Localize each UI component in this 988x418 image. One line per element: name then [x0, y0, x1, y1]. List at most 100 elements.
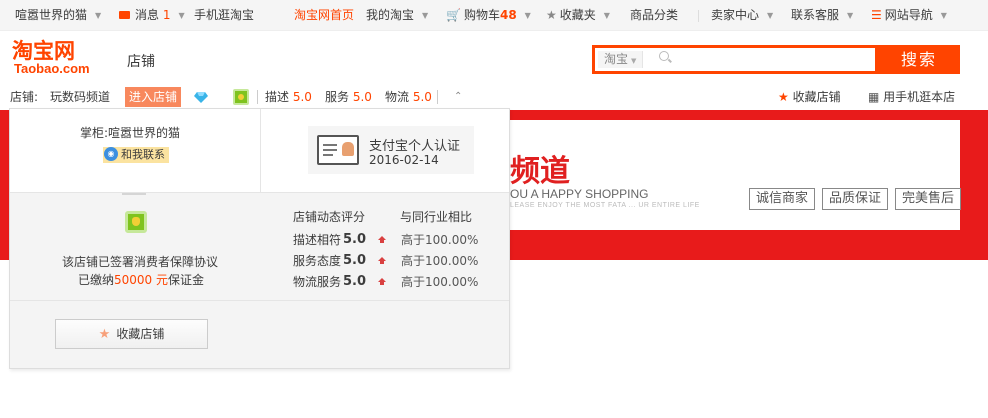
topbar-service-label: 联系客服: [791, 8, 840, 22]
rating-compare: 高于100.00%: [401, 233, 479, 247]
dropdown-top-section: 掌柜:喧嚣世界的猫 ◉ 和我联系 支付宝个人认证 2016-02-14: [10, 109, 509, 193]
dropdown-divider: [10, 300, 509, 301]
topbar-customer-service[interactable]: 联系客服 ▼: [791, 0, 853, 31]
topbar-categories-label: 商品分类: [630, 8, 679, 22]
topbar-mobile-label: 手机逛淘宝: [194, 8, 255, 22]
rating-score: 5.0: [343, 274, 367, 289]
star-icon: ★: [546, 8, 557, 22]
rating-score: 5.0: [343, 253, 367, 268]
collect-shop-label: 收藏店铺: [792, 90, 841, 104]
score-divider: [437, 90, 438, 104]
search-input[interactable]: [677, 50, 867, 70]
rating-label: 服务态度: [293, 254, 342, 268]
score-service-value: 5.0: [352, 90, 372, 104]
topbar-home-link[interactable]: 淘宝网首页: [294, 0, 354, 31]
topbar-cart-label: 购物车: [463, 8, 500, 22]
score-desc-label: 描述: [265, 90, 290, 104]
topbar-site-nav-label: 网站导航: [884, 8, 933, 22]
star-icon: ★: [778, 90, 789, 104]
rating-score: 5.0: [343, 232, 367, 247]
score-service-label: 服务: [325, 90, 350, 104]
topbar-cart[interactable]: 🛒 购物车48 ▼: [446, 0, 531, 31]
chevron-down-icon: ▼: [847, 11, 854, 20]
taobao-logo-en: Taobao.com: [14, 61, 90, 76]
mobile-shop-link[interactable]: ▦ 用手机逛本店: [868, 86, 955, 108]
contact-label: 和我联系: [121, 148, 165, 161]
cart-count: 48: [499, 8, 517, 22]
topbar-messages[interactable]: 消息 1 ▼: [119, 0, 185, 31]
score-logistics: 物流 5.0: [385, 86, 432, 108]
chevron-up-icon[interactable]: ⌃: [454, 86, 462, 108]
arrow-up-icon: [378, 257, 386, 264]
topbar-my-taobao[interactable]: 我的淘宝 ▼: [366, 0, 428, 31]
menu-icon: ☰: [871, 8, 882, 22]
score-desc: 描述 5.0: [265, 86, 312, 108]
shop-info-dropdown: 掌柜:喧嚣世界的猫 ◉ 和我联系 支付宝个人认证 2016-02-14 该店铺已…: [9, 108, 510, 369]
topbar-username-label: 喧嚣世界的猫: [15, 8, 88, 22]
banner-small-text: LEASE ENJOY THE MOST FATA ... UR ENTIRE …: [510, 202, 700, 209]
score-logistics-value: 5.0: [412, 90, 432, 104]
search-button[interactable]: 搜索: [878, 45, 960, 74]
score-logistics-label: 物流: [385, 90, 410, 104]
contact-me-button[interactable]: ◉ 和我联系: [103, 147, 169, 163]
diamond-icon: [194, 92, 208, 103]
collect-shop-button[interactable]: ★ 收藏店铺: [55, 319, 208, 349]
enter-shop-button[interactable]: 进入店铺: [125, 87, 182, 107]
topbar-home-label: 淘宝网首页: [294, 8, 355, 22]
shop-name-link[interactable]: 玩数码频道: [50, 86, 110, 108]
chevron-down-icon: ▼: [603, 11, 610, 20]
star-icon: ★: [98, 327, 111, 342]
keeper-name[interactable]: 喧嚣世界的猫: [108, 126, 180, 140]
certification-date: 2016-02-14: [369, 153, 439, 167]
topbar-username[interactable]: 喧嚣世界的猫 ▼: [15, 0, 101, 31]
keeper-label: 掌柜:: [80, 126, 109, 140]
banner-tag-quality: 品质保证: [822, 188, 889, 210]
consumer-guarantee-icon: [233, 89, 249, 105]
messages-count: 1: [162, 8, 171, 22]
topbar-seller-center[interactable]: 卖家中心 ▼: [711, 0, 773, 31]
search-category-select[interactable]: 淘宝 ▼: [598, 51, 644, 68]
banner-tag-aftersales: 完美售后: [895, 188, 962, 210]
rating-header: 店铺动态评分: [293, 210, 366, 224]
rating-label: 物流服务: [293, 275, 342, 289]
chevron-down-icon: ▼: [767, 11, 774, 20]
alipay-certification: 支付宝个人认证 2016-02-14: [308, 126, 474, 174]
chevron-down-icon: ▼: [940, 11, 947, 20]
rating-compare: 高于100.00%: [401, 275, 479, 289]
score-divider: [257, 90, 258, 104]
topbar-favorites[interactable]: ★ 收藏夹 ▼: [546, 0, 610, 31]
banner-subtitle: OU A HAPPY SHOPPING: [510, 187, 649, 201]
rating-row: 物流服务 5.0 高于100.00%: [10, 273, 509, 291]
rating-compare: 高于100.00%: [401, 254, 479, 268]
topbar-categories[interactable]: 商品分类: [630, 0, 678, 31]
rating-label: 描述相符: [293, 233, 342, 247]
topbar-mobile-taobao[interactable]: 手机逛淘宝: [194, 0, 254, 31]
taobao-logo[interactable]: 淘宝网: [12, 40, 75, 62]
dropdown-divider: [260, 109, 261, 193]
banner-tag-integrity: 诚信商家: [749, 188, 816, 210]
chevron-down-icon: ▼: [631, 57, 637, 65]
chevron-down-icon: ▼: [95, 11, 102, 20]
chat-icon: ◉: [104, 147, 118, 161]
topbar-my-taobao-label: 我的淘宝: [366, 8, 415, 22]
compare-header: 与同行业相比: [400, 210, 473, 224]
search-category-label: 淘宝: [604, 52, 629, 66]
topbar-messages-label: 消息: [135, 8, 160, 22]
chevron-down-icon: ▼: [524, 11, 531, 20]
arrow-up-icon: [378, 236, 386, 243]
collect-shop-link[interactable]: ★ 收藏店铺: [778, 86, 841, 108]
header-shop-label: 店铺: [127, 54, 155, 70]
cart-icon: 🛒: [446, 8, 461, 22]
certification-title: 支付宝个人认证: [369, 139, 461, 154]
topbar-seller-label: 卖家中心: [711, 8, 760, 22]
banner-title: 频道: [510, 154, 570, 189]
shop-info-row: 店铺: 玩数码频道 进入店铺 描述 5.0 服务 5.0 物流 5.0 ⌃ ★ …: [0, 86, 988, 108]
topbar-divider: [698, 10, 699, 22]
arrow-up-icon: [378, 278, 386, 285]
search-box: 淘宝 ▼: [592, 45, 878, 74]
search-icon: [659, 51, 669, 61]
topbar-site-nav[interactable]: ☰ 网站导航 ▼: [871, 0, 947, 31]
rating-row: 描述相符 5.0 高于100.00%: [10, 231, 509, 249]
chevron-down-icon: ▼: [178, 11, 185, 20]
collect-button-label: 收藏店铺: [116, 327, 165, 341]
